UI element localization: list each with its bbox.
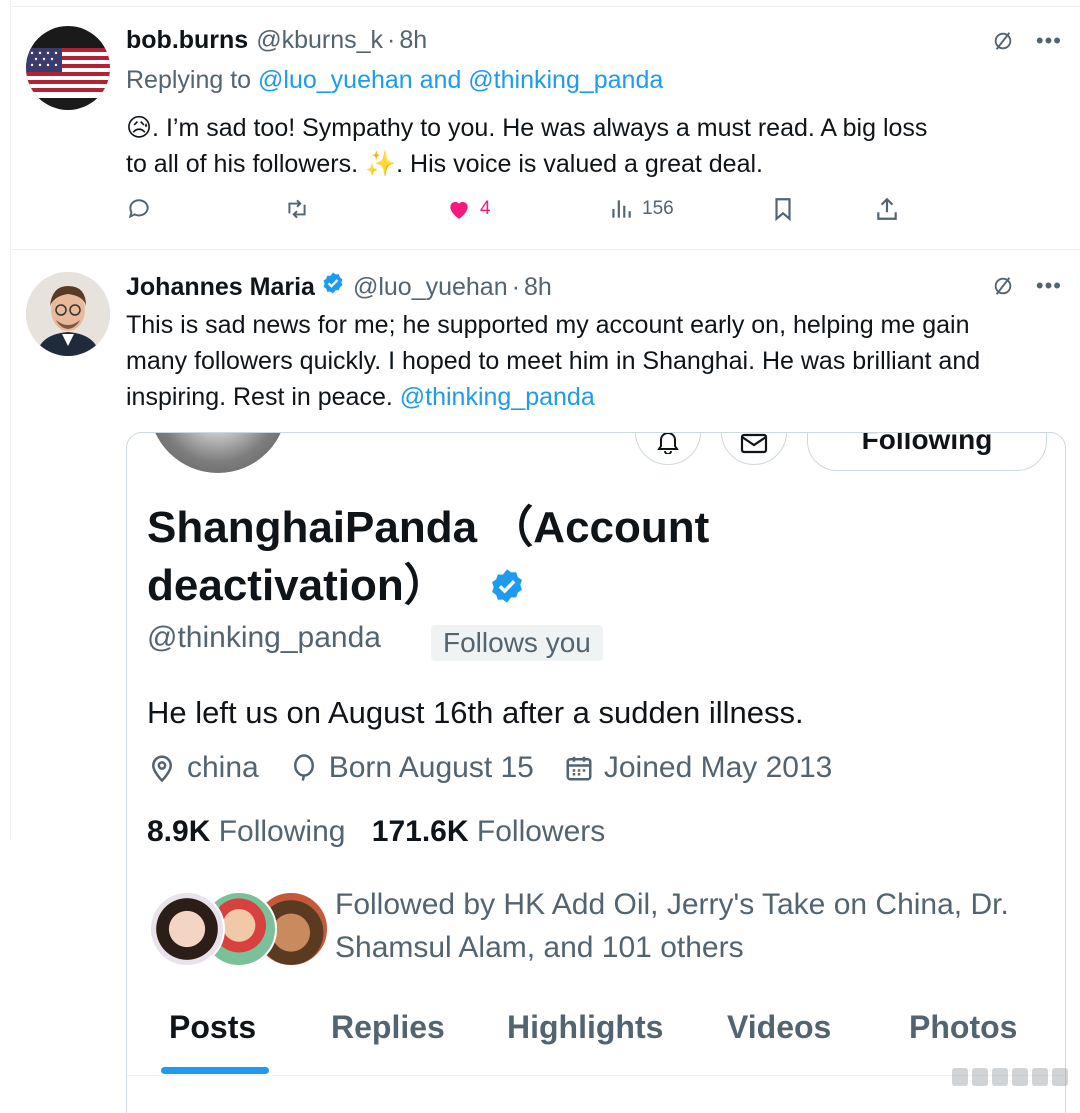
verified-badge-icon [323, 272, 343, 294]
profile-bio: He left us on August 16th after a sudden… [147, 695, 804, 730]
man-portrait-avatar-image [26, 272, 110, 356]
follows-you-badge: Follows you [431, 625, 603, 661]
view-count: 156 [642, 198, 674, 219]
profile-birthday: Born August 15 [328, 751, 534, 784]
tweet-text-line: inspiring. Rest in peace. [126, 383, 393, 411]
profile-counts: 8.9K Following 171.6K Followers [147, 815, 605, 849]
author-name[interactable]: Johannes Maria [126, 273, 315, 302]
reply-tweet-bob-burns[interactable]: bob.burns @kburns_k · 8h ••• Replying to… [0, 0, 1080, 249]
like-count: 4 [480, 198, 491, 219]
message-button [721, 433, 787, 465]
profile-display-name: ShanghaiPanda （Account deactivation） [147, 499, 847, 615]
us-flag-avatar-image [26, 48, 110, 98]
followers-label: Followers [476, 815, 606, 848]
tweet-text: This is sad news for me; he supported my… [126, 307, 1060, 415]
like-button[interactable]: 4 [446, 196, 491, 222]
avatar[interactable] [26, 26, 110, 110]
author-handle[interactable]: @luo_yuehan [353, 273, 508, 302]
followed-by-avatars [149, 891, 329, 967]
following-label: Following [218, 815, 346, 848]
tab-videos: Videos [727, 1009, 832, 1045]
avatar [149, 891, 225, 967]
balloon-icon [293, 754, 314, 781]
profile-avatar [149, 433, 287, 473]
tab-replies: Replies [331, 1009, 445, 1045]
notification-bell-button [635, 433, 701, 465]
followed-by-text: Followed by HK Add Oil, Jerry's Take on … [335, 883, 1035, 969]
timestamp[interactable]: 8h [524, 273, 552, 302]
reply-button[interactable] [126, 196, 152, 222]
avatar[interactable] [26, 272, 110, 356]
separator-dot: · [387, 26, 396, 54]
tab-highlights: Highlights [507, 1009, 664, 1045]
more-options-icon[interactable]: ••• [1036, 275, 1062, 297]
more-options-icon[interactable]: ••• [1036, 30, 1062, 52]
profile-name-line: deactivation） [147, 561, 448, 610]
tabs-divider [127, 1075, 1065, 1076]
heart-icon [450, 201, 468, 219]
author-handle[interactable]: @kburns_k [256, 26, 383, 55]
mention-link[interactable]: @thinking_panda [400, 383, 595, 411]
profile-handle: @thinking_panda [147, 621, 381, 654]
replying-to-label: Replying to [126, 66, 252, 94]
followed-by-line: Followed by HK Add Oil, Jerry's Take on … [335, 888, 1009, 921]
views-button[interactable]: 156 [608, 196, 674, 222]
share-button[interactable] [874, 196, 900, 222]
following-count: 8.9K [147, 815, 211, 848]
active-tab-indicator [161, 1067, 269, 1074]
profile-joined-date: Joined May 2013 [603, 751, 833, 784]
replying-to-mentions[interactable]: @luo_yuehan and @thinking_panda [258, 66, 663, 94]
profile-location: china [187, 751, 259, 784]
calendar-icon [566, 756, 592, 781]
repost-button[interactable] [284, 196, 310, 222]
profile-tabs: Posts Replies Highlights Videos Photos [127, 1003, 1065, 1073]
separator-dot: · [511, 273, 520, 301]
attached-image-profile-screenshot[interactable]: Following ShanghaiPanda （Account deactiv… [126, 432, 1066, 1113]
followed-by-line: Shamsul Alam, and 101 others [335, 931, 744, 964]
followers-count: 171.6K [371, 815, 469, 848]
mail-icon [740, 433, 768, 454]
replying-to: Replying to @luo_yuehan and @thinking_pa… [126, 66, 663, 95]
reply-icon [128, 199, 149, 219]
grok-icon[interactable] [992, 275, 1014, 297]
action-bar: 4 156 [126, 196, 906, 226]
profile-name-line: ShanghaiPanda （Account [147, 503, 710, 552]
timestamp[interactable]: 8h [399, 26, 427, 55]
bell-icon [657, 433, 679, 454]
tweet-text-line: to all of his followers. ✨. His voice is… [126, 150, 763, 178]
location-pin-icon [151, 755, 173, 783]
tweet-text: 😥. I’m sad too! Sympathy to you. He was … [126, 110, 1060, 182]
watermark-logo [952, 1068, 1068, 1086]
tab-photos: Photos [909, 1009, 1018, 1045]
verified-badge-icon [491, 569, 522, 603]
profile-meta: china Born August 15 Joined May 2013 [147, 751, 832, 785]
following-button: Following [807, 433, 1047, 471]
tweet-text-line: This is sad news for me; he supported my… [126, 311, 970, 339]
grok-icon[interactable] [992, 30, 1014, 52]
views-icon [612, 200, 631, 218]
author-name[interactable]: bob.burns [126, 26, 248, 55]
tweet-text-line: many followers quickly. I hoped to meet … [126, 347, 981, 375]
tweet-text-line: 😥. I’m sad too! Sympathy to you. He was … [126, 114, 928, 142]
repost-icon [288, 199, 306, 219]
bookmark-icon [775, 198, 791, 222]
share-icon [877, 197, 897, 220]
bookmark-button[interactable] [770, 196, 796, 222]
tab-posts: Posts [169, 1009, 257, 1045]
